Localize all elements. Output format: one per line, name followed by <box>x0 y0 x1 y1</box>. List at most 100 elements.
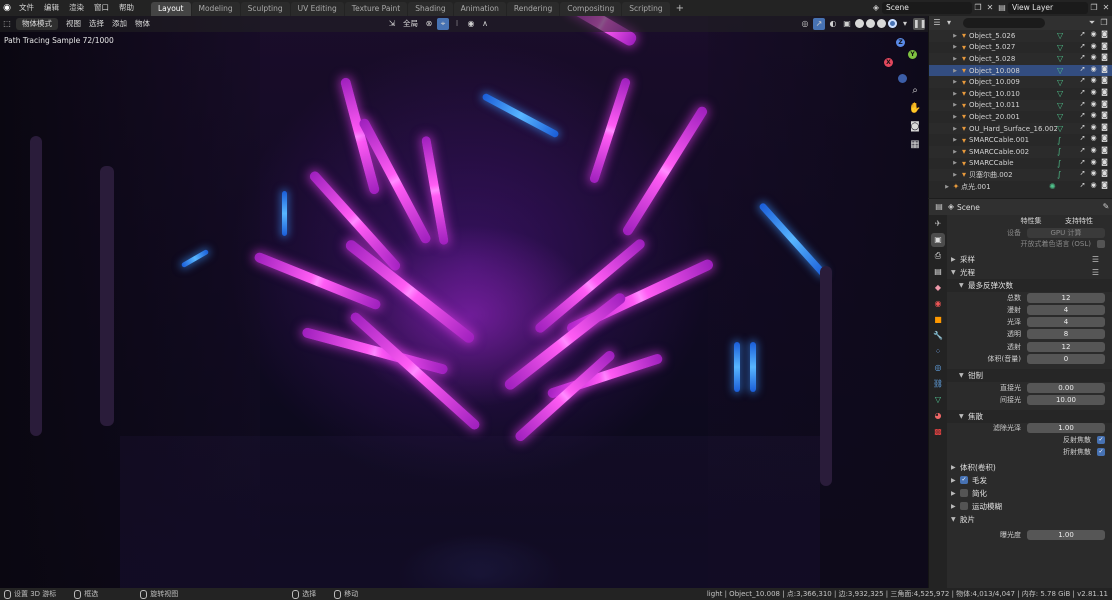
camera-render-icon[interactable]: ◙ <box>1099 53 1110 61</box>
zoom-icon[interactable]: ⌕ <box>908 84 922 98</box>
ortho-grid-icon[interactable]: ▦ <box>908 138 922 152</box>
eye-icon[interactable]: ◉ <box>1088 65 1099 73</box>
pivot-point-icon[interactable]: ⊗ <box>423 18 435 30</box>
max-bounces-subsection[interactable]: ▼ 最多反弹次数 <box>947 279 1112 293</box>
outliner-row[interactable]: ▶ ▾ Object_10.011 ▽ ➚ ◉ ◙ <box>929 99 1112 112</box>
falloff-icon[interactable]: ∧ <box>479 18 491 30</box>
camera-render-icon[interactable]: ◙ <box>1099 76 1110 84</box>
eye-icon[interactable]: ◉ <box>1088 123 1099 131</box>
expand-toggle-icon[interactable]: ▶ <box>951 126 959 132</box>
view-layer-icon[interactable]: ▤ <box>996 2 1008 14</box>
view-layer-tab-icon[interactable]: ▤ <box>931 265 945 279</box>
tool-tab-icon[interactable]: ✈ <box>931 217 945 231</box>
pan-hand-icon[interactable]: ✋ <box>908 102 922 116</box>
bounce-field[interactable]: 8 <box>1027 329 1105 340</box>
selectable-icon[interactable]: ➚ <box>1077 146 1088 154</box>
3d-viewport[interactable]: ⬚ 物体模式 视图 选择 添加 物体 ⇲ 全局 ⊗ ⌖ ⁝ ◉ ∧ ◎ ↗ ◐ … <box>0 16 928 588</box>
visibility-icon[interactable]: ◎ <box>799 18 811 30</box>
camera-render-icon[interactable]: ◙ <box>1099 123 1110 131</box>
eye-icon[interactable]: ◉ <box>1088 76 1099 84</box>
tab-layout[interactable]: Layout <box>151 2 191 16</box>
bounce-field[interactable]: 12 <box>1027 292 1105 303</box>
outliner-row[interactable]: ▶ ▾ Object_10.009 ▽ ➚ ◉ ◙ <box>929 76 1112 88</box>
outliner-search-input[interactable] <box>963 18 1045 28</box>
menu-help[interactable]: 帮助 <box>114 0 139 16</box>
wireframe-shading-icon[interactable] <box>855 19 864 28</box>
gizmo-neg-z-axis[interactable] <box>898 74 907 83</box>
render-tab-icon[interactable]: ▣ <box>931 233 945 247</box>
tab-shading[interactable]: Shading <box>408 2 453 16</box>
presets-icon[interactable]: ☰ <box>1092 255 1099 264</box>
selectable-icon[interactable]: ➚ <box>1077 30 1088 38</box>
bounce-field[interactable]: 0 <box>1027 353 1105 364</box>
menu-render[interactable]: 渲染 <box>64 0 89 16</box>
feature-set-label[interactable]: 特性集 <box>1007 216 1055 226</box>
presets-icon[interactable]: ☰ <box>1092 268 1099 277</box>
editor-type-icon[interactable]: ⬚ <box>1 18 13 30</box>
gizmo-toggle-icon[interactable]: ↗ <box>813 18 825 30</box>
menu-edit[interactable]: 编辑 <box>39 0 64 16</box>
expand-toggle-icon[interactable]: ▶ <box>951 149 959 155</box>
selectable-icon[interactable]: ➚ <box>1077 158 1088 166</box>
expand-toggle-icon[interactable]: ▶ <box>951 160 959 166</box>
gizmo-z-axis[interactable]: Z <box>896 38 905 47</box>
osl-checkbox[interactable] <box>1097 240 1105 249</box>
tab-modeling[interactable]: Modeling <box>191 2 240 16</box>
constraints-tab-icon[interactable]: ⛓ <box>931 377 945 391</box>
menu-window[interactable]: 窗口 <box>89 0 114 16</box>
eye-icon[interactable]: ◉ <box>1088 30 1099 38</box>
gizmo-y-axis[interactable]: Y <box>908 50 917 59</box>
tab-animation[interactable]: Animation <box>453 2 506 16</box>
outliner-row[interactable]: ▶ ▾ Object_5.026 ▽ ➚ ◉ ◙ <box>929 30 1112 42</box>
simplify-checkbox[interactable] <box>960 489 968 498</box>
selectable-icon[interactable]: ➚ <box>1077 88 1088 96</box>
reflective-caustics-checkbox[interactable]: ✓ <box>1097 436 1105 445</box>
scene-tab-icon[interactable]: ◆ <box>931 281 945 295</box>
hair-checkbox[interactable]: ✓ <box>960 476 968 485</box>
expand-toggle-icon[interactable]: ▶ <box>951 114 959 120</box>
material-shading-icon[interactable] <box>877 19 886 28</box>
selectable-icon[interactable]: ➚ <box>1077 100 1088 108</box>
add-workspace-button[interactable]: + <box>671 2 689 16</box>
eye-icon[interactable]: ◉ <box>1088 42 1099 50</box>
camera-render-icon[interactable]: ◙ <box>1099 88 1110 96</box>
selectable-icon[interactable]: ➚ <box>1077 111 1088 119</box>
new-collection-icon[interactable]: ❐ <box>1098 17 1110 29</box>
shading-options-icon[interactable]: ▾ <box>899 18 911 30</box>
output-tab-icon[interactable]: ⎙ <box>931 249 945 263</box>
outliner-row[interactable]: ▶ ▾ Object_20.001 ▽ ➚ ◉ ◙ <box>929 111 1112 123</box>
outliner-row[interactable]: ▶ ▾ SMARCCable.001 ∫ ➚ ◉ ◙ <box>929 134 1112 146</box>
outliner-row[interactable]: ▶ ▾ Object_10.010 ▽ ➚ ◉ ◙ <box>929 88 1112 100</box>
snap-icon[interactable]: ⌖ <box>437 18 449 30</box>
transform-orientation-dropdown[interactable]: 全局 <box>399 18 422 30</box>
caustics-subsection[interactable]: ▼ 焦散 <box>947 409 1112 423</box>
pin-icon[interactable]: ✎ <box>1100 201 1112 213</box>
texture-tab-icon[interactable]: ▩ <box>931 425 945 439</box>
solid-shading-icon[interactable] <box>866 19 875 28</box>
eye-icon[interactable]: ◉ <box>1088 134 1099 142</box>
expand-toggle-icon[interactable]: ▶ <box>951 33 959 39</box>
camera-render-icon[interactable]: ◙ <box>1099 134 1110 142</box>
proportional-edit-icon[interactable]: ◉ <box>465 18 477 30</box>
expand-toggle-icon[interactable]: ▶ <box>951 56 959 62</box>
clamping-subsection[interactable]: ▼ 钳制 <box>947 368 1112 382</box>
bounce-field[interactable]: 4 <box>1027 305 1105 316</box>
outliner-row[interactable]: ▶ ✦ 点光.001 ✺ ➚ ◉ ◙ <box>929 181 1112 193</box>
sampling-section[interactable]: ▶ 采样 ☰ <box>947 253 1112 266</box>
expand-toggle-icon[interactable]: ▶ <box>951 91 959 97</box>
exposure-field[interactable]: 1.00 <box>1027 530 1105 541</box>
xray-toggle-icon[interactable]: ▣ <box>841 18 853 30</box>
simplify-section[interactable]: ▶ 简化 <box>947 487 1112 500</box>
camera-render-icon[interactable]: ◙ <box>1099 111 1110 119</box>
expand-toggle-icon[interactable]: ▶ <box>943 184 951 190</box>
camera-render-icon[interactable]: ◙ <box>1099 158 1110 166</box>
blender-logo-icon[interactable]: ◉ <box>2 3 12 13</box>
tab-compositing[interactable]: Compositing <box>560 2 622 16</box>
delete-view-layer-icon[interactable]: ✕ <box>1100 2 1112 14</box>
rendered-shading-icon[interactable] <box>888 19 897 28</box>
modifier-tab-icon[interactable]: 🔧 <box>931 329 945 343</box>
volumes-section[interactable]: ▶ 体积(卷积) <box>947 461 1112 474</box>
gizmo-x-axis[interactable]: X <box>884 58 893 67</box>
motion-blur-checkbox[interactable] <box>960 502 968 511</box>
selectable-icon[interactable]: ➚ <box>1077 53 1088 61</box>
